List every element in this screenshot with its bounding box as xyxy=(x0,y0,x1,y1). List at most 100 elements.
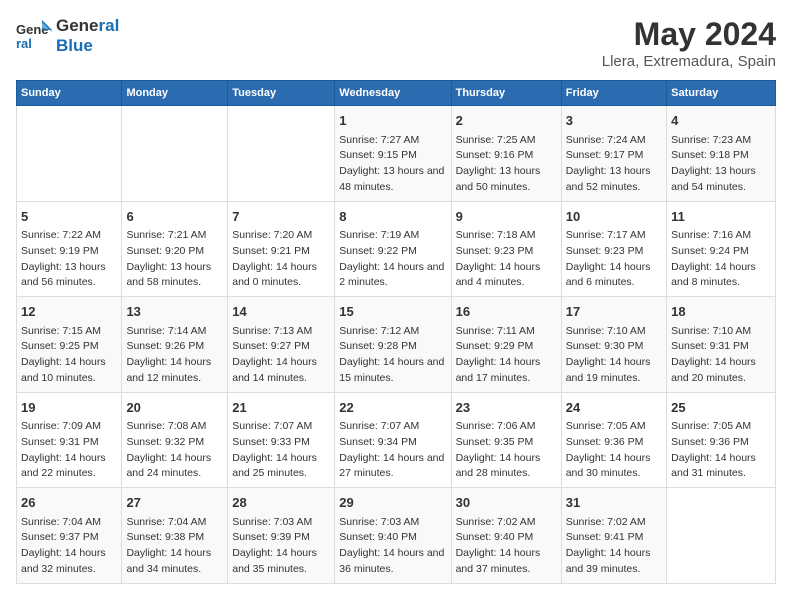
cell-content: Sunrise: 7:10 AMSunset: 9:30 PMDaylight:… xyxy=(566,324,662,387)
sunrise-text: Sunrise: 7:22 AM xyxy=(21,228,117,244)
calendar-cell: 8Sunrise: 7:19 AMSunset: 9:22 PMDaylight… xyxy=(335,201,451,297)
daylight-text: Daylight: 14 hours and 6 minutes. xyxy=(566,260,662,292)
daylight-text: Daylight: 14 hours and 32 minutes. xyxy=(21,546,117,578)
calendar-cell: 16Sunrise: 7:11 AMSunset: 9:29 PMDayligh… xyxy=(451,297,561,393)
sunrise-text: Sunrise: 7:10 AM xyxy=(671,324,771,340)
cell-content: Sunrise: 7:02 AMSunset: 9:40 PMDaylight:… xyxy=(456,515,557,578)
sunset-text: Sunset: 9:24 PM xyxy=(671,244,771,260)
sunset-text: Sunset: 9:41 PM xyxy=(566,530,662,546)
sunset-text: Sunset: 9:16 PM xyxy=(456,148,557,164)
sunset-text: Sunset: 9:27 PM xyxy=(232,339,330,355)
cell-content: Sunrise: 7:03 AMSunset: 9:40 PMDaylight:… xyxy=(339,515,446,578)
sunset-text: Sunset: 9:25 PM xyxy=(21,339,117,355)
cell-content: Sunrise: 7:02 AMSunset: 9:41 PMDaylight:… xyxy=(566,515,662,578)
cell-content: Sunrise: 7:18 AMSunset: 9:23 PMDaylight:… xyxy=(456,228,557,291)
sunset-text: Sunset: 9:40 PM xyxy=(456,530,557,546)
sunset-text: Sunset: 9:33 PM xyxy=(232,435,330,451)
cell-content: Sunrise: 7:19 AMSunset: 9:22 PMDaylight:… xyxy=(339,228,446,291)
sunrise-text: Sunrise: 7:03 AM xyxy=(232,515,330,531)
calendar-cell xyxy=(17,106,122,202)
day-number: 29 xyxy=(339,493,446,513)
sunset-text: Sunset: 9:22 PM xyxy=(339,244,446,260)
calendar-cell: 9Sunrise: 7:18 AMSunset: 9:23 PMDaylight… xyxy=(451,201,561,297)
daylight-text: Daylight: 13 hours and 50 minutes. xyxy=(456,164,557,196)
sunset-text: Sunset: 9:37 PM xyxy=(21,530,117,546)
sunset-text: Sunset: 9:18 PM xyxy=(671,148,771,164)
calendar-cell xyxy=(667,488,776,584)
calendar-cell xyxy=(228,106,335,202)
daylight-text: Daylight: 14 hours and 34 minutes. xyxy=(126,546,223,578)
sunrise-text: Sunrise: 7:07 AM xyxy=(232,419,330,435)
calendar-cell: 26Sunrise: 7:04 AMSunset: 9:37 PMDayligh… xyxy=(17,488,122,584)
calendar-table: SundayMondayTuesdayWednesdayThursdayFrid… xyxy=(16,80,776,584)
calendar-cell: 10Sunrise: 7:17 AMSunset: 9:23 PMDayligh… xyxy=(561,201,666,297)
day-number: 10 xyxy=(566,207,662,227)
logo-text-block: General Blue xyxy=(56,16,119,56)
calendar-cell: 11Sunrise: 7:16 AMSunset: 9:24 PMDayligh… xyxy=(667,201,776,297)
day-number: 2 xyxy=(456,111,557,131)
sunrise-text: Sunrise: 7:14 AM xyxy=(126,324,223,340)
sunset-text: Sunset: 9:28 PM xyxy=(339,339,446,355)
sunrise-text: Sunrise: 7:03 AM xyxy=(339,515,446,531)
calendar-cell: 23Sunrise: 7:06 AMSunset: 9:35 PMDayligh… xyxy=(451,392,561,488)
sunset-text: Sunset: 9:35 PM xyxy=(456,435,557,451)
calendar-cell: 1Sunrise: 7:27 AMSunset: 9:15 PMDaylight… xyxy=(335,106,451,202)
logo-general: General xyxy=(56,16,119,35)
sunset-text: Sunset: 9:17 PM xyxy=(566,148,662,164)
sunrise-text: Sunrise: 7:08 AM xyxy=(126,419,223,435)
calendar-cell: 2Sunrise: 7:25 AMSunset: 9:16 PMDaylight… xyxy=(451,106,561,202)
day-number: 23 xyxy=(456,398,557,418)
sunrise-text: Sunrise: 7:23 AM xyxy=(671,133,771,149)
sunset-text: Sunset: 9:32 PM xyxy=(126,435,223,451)
daylight-text: Daylight: 14 hours and 25 minutes. xyxy=(232,451,330,483)
sunset-text: Sunset: 9:34 PM xyxy=(339,435,446,451)
day-number: 18 xyxy=(671,302,771,322)
day-number: 5 xyxy=(21,207,117,227)
cell-content: Sunrise: 7:13 AMSunset: 9:27 PMDaylight:… xyxy=(232,324,330,387)
day-number: 8 xyxy=(339,207,446,227)
sunrise-text: Sunrise: 7:15 AM xyxy=(21,324,117,340)
daylight-text: Daylight: 14 hours and 27 minutes. xyxy=(339,451,446,483)
day-number: 11 xyxy=(671,207,771,227)
page-title: May 2024 xyxy=(602,16,776,53)
calendar-cell: 19Sunrise: 7:09 AMSunset: 9:31 PMDayligh… xyxy=(17,392,122,488)
cell-content: Sunrise: 7:04 AMSunset: 9:37 PMDaylight:… xyxy=(21,515,117,578)
daylight-text: Daylight: 14 hours and 12 minutes. xyxy=(126,355,223,387)
daylight-text: Daylight: 14 hours and 24 minutes. xyxy=(126,451,223,483)
sunset-text: Sunset: 9:31 PM xyxy=(671,339,771,355)
cell-content: Sunrise: 7:10 AMSunset: 9:31 PMDaylight:… xyxy=(671,324,771,387)
day-number: 24 xyxy=(566,398,662,418)
calendar-cell: 29Sunrise: 7:03 AMSunset: 9:40 PMDayligh… xyxy=(335,488,451,584)
daylight-text: Daylight: 14 hours and 14 minutes. xyxy=(232,355,330,387)
daylight-text: Daylight: 13 hours and 58 minutes. xyxy=(126,260,223,292)
sunrise-text: Sunrise: 7:10 AM xyxy=(566,324,662,340)
day-number: 14 xyxy=(232,302,330,322)
daylight-text: Daylight: 14 hours and 17 minutes. xyxy=(456,355,557,387)
day-number: 30 xyxy=(456,493,557,513)
day-number: 16 xyxy=(456,302,557,322)
calendar-cell: 14Sunrise: 7:13 AMSunset: 9:27 PMDayligh… xyxy=(228,297,335,393)
day-number: 25 xyxy=(671,398,771,418)
day-number: 19 xyxy=(21,398,117,418)
calendar-cell: 4Sunrise: 7:23 AMSunset: 9:18 PMDaylight… xyxy=(667,106,776,202)
calendar-cell: 3Sunrise: 7:24 AMSunset: 9:17 PMDaylight… xyxy=(561,106,666,202)
cell-content: Sunrise: 7:23 AMSunset: 9:18 PMDaylight:… xyxy=(671,133,771,196)
day-of-week-header: Friday xyxy=(561,81,666,106)
sunrise-text: Sunrise: 7:09 AM xyxy=(21,419,117,435)
calendar-cell: 7Sunrise: 7:20 AMSunset: 9:21 PMDaylight… xyxy=(228,201,335,297)
day-number: 1 xyxy=(339,111,446,131)
cell-content: Sunrise: 7:16 AMSunset: 9:24 PMDaylight:… xyxy=(671,228,771,291)
cell-content: Sunrise: 7:14 AMSunset: 9:26 PMDaylight:… xyxy=(126,324,223,387)
sunset-text: Sunset: 9:36 PM xyxy=(566,435,662,451)
calendar-cell: 18Sunrise: 7:10 AMSunset: 9:31 PMDayligh… xyxy=(667,297,776,393)
cell-content: Sunrise: 7:12 AMSunset: 9:28 PMDaylight:… xyxy=(339,324,446,387)
cell-content: Sunrise: 7:09 AMSunset: 9:31 PMDaylight:… xyxy=(21,419,117,482)
sunrise-text: Sunrise: 7:24 AM xyxy=(566,133,662,149)
sunset-text: Sunset: 9:31 PM xyxy=(21,435,117,451)
sunset-text: Sunset: 9:38 PM xyxy=(126,530,223,546)
calendar-cell: 12Sunrise: 7:15 AMSunset: 9:25 PMDayligh… xyxy=(17,297,122,393)
calendar-cell: 20Sunrise: 7:08 AMSunset: 9:32 PMDayligh… xyxy=(122,392,228,488)
sunset-text: Sunset: 9:29 PM xyxy=(456,339,557,355)
daylight-text: Daylight: 14 hours and 36 minutes. xyxy=(339,546,446,578)
sunset-text: Sunset: 9:21 PM xyxy=(232,244,330,260)
